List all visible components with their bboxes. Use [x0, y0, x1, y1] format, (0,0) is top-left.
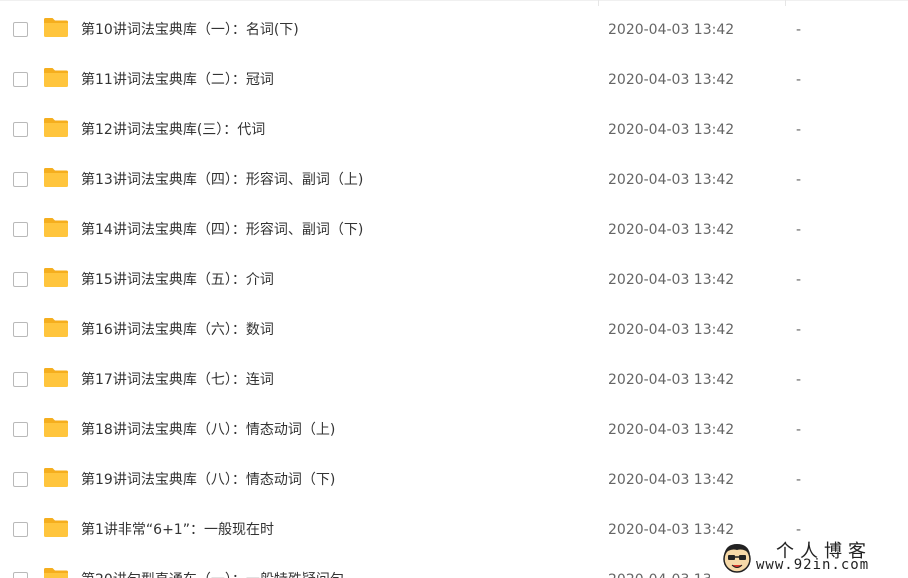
file-name[interactable]: 第15讲词法宝典库（五）：介词	[81, 270, 274, 290]
file-size: -	[796, 122, 802, 138]
file-row[interactable]: 第12讲词法宝典库(三）：代词 2020-04-03 13:42 -	[0, 103, 908, 153]
modified-date: 2020-04-03 13:42	[608, 72, 735, 88]
folder-icon	[44, 418, 68, 437]
file-row[interactable]: 第13讲词法宝典库（四）：形容词、副词（上) 2020-04-03 13:42 …	[0, 153, 908, 203]
file-name[interactable]: 第12讲词法宝典库(三）：代词	[81, 120, 265, 140]
folder-icon	[44, 368, 68, 387]
file-size: -	[796, 22, 802, 38]
folder-icon	[44, 218, 68, 237]
modified-date: 2020-04-03 13:42	[608, 472, 735, 488]
modified-date: 2020-04-03 13:42	[608, 22, 735, 38]
row-checkbox[interactable]	[13, 472, 28, 487]
modified-date: 2020-04-03 13:42	[608, 122, 735, 138]
modified-date: 2020-04-03 13:42	[608, 322, 735, 338]
file-row[interactable]: 第14讲词法宝典库（四）：形容词、副词（下) 2020-04-03 13:42 …	[0, 203, 908, 253]
folder-icon	[44, 68, 68, 87]
file-size: -	[796, 222, 802, 238]
row-checkbox[interactable]	[13, 522, 28, 537]
row-checkbox[interactable]	[13, 172, 28, 187]
file-size: -	[796, 422, 802, 438]
modified-date: 2020-04-03 13:42	[608, 422, 735, 438]
folder-icon	[44, 18, 68, 37]
file-name[interactable]: 第11讲词法宝典库（二）：冠词	[81, 70, 274, 90]
folder-icon	[44, 268, 68, 287]
folder-icon	[44, 468, 68, 487]
file-row[interactable]: 第11讲词法宝典库（二）：冠词 2020-04-03 13:42 -	[0, 53, 908, 103]
folder-icon	[44, 518, 68, 537]
mascot-face-icon	[723, 544, 751, 573]
row-checkbox[interactable]	[13, 322, 28, 337]
row-checkbox[interactable]	[13, 372, 28, 387]
row-checkbox[interactable]	[13, 72, 28, 87]
folder-icon	[44, 168, 68, 187]
row-checkbox[interactable]	[13, 272, 28, 287]
file-size: -	[796, 372, 802, 388]
row-checkbox[interactable]	[13, 222, 28, 237]
file-name[interactable]: 第19讲词法宝典库（八）：情态动词（下)	[81, 470, 335, 490]
folder-icon	[44, 568, 68, 578]
watermark: 个人博客 www.92in.com	[710, 538, 908, 578]
file-row[interactable]: 第10讲词法宝典库（一）：名词(下) 2020-04-03 13:42 -	[0, 3, 908, 53]
file-row[interactable]: 第16讲词法宝典库（六）：数词 2020-04-03 13:42 -	[0, 303, 908, 353]
file-row[interactable]: 第17讲词法宝典库（七）：连词 2020-04-03 13:42 -	[0, 353, 908, 403]
file-size: -	[796, 322, 802, 338]
file-size: -	[796, 472, 802, 488]
file-list: 第10讲词法宝典库（一）：名词(下) 2020-04-03 13:42 - 第1…	[0, 0, 908, 578]
file-size: -	[796, 72, 802, 88]
row-checkbox[interactable]	[13, 422, 28, 437]
row-checkbox[interactable]	[13, 572, 28, 578]
file-name[interactable]: 第14讲词法宝典库（四）：形容词、副词（下)	[81, 220, 363, 240]
file-name[interactable]: 第16讲词法宝典库（六）：数词	[81, 320, 274, 340]
file-name[interactable]: 第18讲词法宝典库（八）：情态动词（上)	[81, 420, 335, 440]
folder-icon	[44, 318, 68, 337]
row-checkbox[interactable]	[13, 122, 28, 137]
folder-icon	[44, 118, 68, 137]
modified-date: 2020-04-03 13:42	[608, 522, 735, 538]
file-name[interactable]: 第1讲非常“6+1”：一般现在时	[81, 520, 274, 540]
modified-date: 2020-04-03 13:42	[608, 272, 735, 288]
file-name[interactable]: 第17讲词法宝典库（七）：连词	[81, 370, 274, 390]
watermark-url: www.92in.com	[756, 557, 870, 573]
modified-date: 2020-04-03 13:42	[608, 172, 735, 188]
file-size: -	[796, 172, 802, 188]
row-checkbox[interactable]	[13, 22, 28, 37]
file-size: -	[796, 272, 802, 288]
file-name[interactable]: 第10讲词法宝典库（一）：名词(下)	[81, 20, 299, 40]
file-name[interactable]: 第20讲句型直通车（一）：一般特殊疑问句	[81, 570, 344, 578]
file-row[interactable]: 第19讲词法宝典库（八）：情态动词（下) 2020-04-03 13:42 -	[0, 453, 908, 503]
file-row[interactable]: 第15讲词法宝典库（五）：介词 2020-04-03 13:42 -	[0, 253, 908, 303]
modified-date: 2020-04-03 13:42	[608, 222, 735, 238]
top-divider	[0, 0, 908, 1]
file-name[interactable]: 第13讲词法宝典库（四）：形容词、副词（上)	[81, 170, 363, 190]
file-row[interactable]: 第18讲词法宝典库（八）：情态动词（上) 2020-04-03 13:42 -	[0, 403, 908, 453]
modified-date: 2020-04-03 13:42	[608, 372, 735, 388]
